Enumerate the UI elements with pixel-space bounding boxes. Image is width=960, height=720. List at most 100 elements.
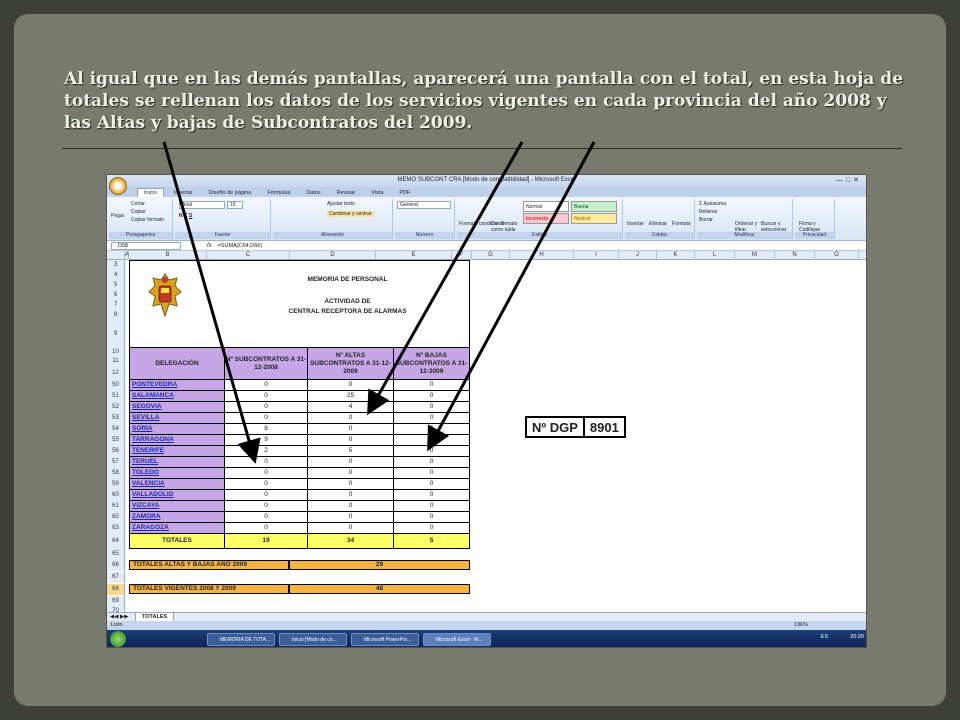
row-header[interactable]: 57: [107, 457, 125, 468]
column-header[interactable]: N: [775, 251, 815, 260]
table-cell[interactable]: 2: [225, 446, 308, 457]
table-cell[interactable]: 0: [225, 402, 308, 413]
delegacion-link[interactable]: TENERIFE: [129, 446, 225, 457]
delegacion-link[interactable]: ZAMORA: [129, 512, 225, 523]
select-all-corner[interactable]: [107, 251, 125, 260]
row-header[interactable]: 53: [107, 413, 125, 424]
table-cell[interactable]: 0: [225, 457, 308, 468]
table-cell[interactable]: 0: [308, 413, 394, 424]
table-cell[interactable]: 0: [394, 512, 470, 523]
taskbar-item[interactable]: Inicio [Modo de co...: [279, 633, 347, 646]
table-cell[interactable]: 9: [225, 435, 308, 446]
row-header[interactable]: 56: [107, 446, 125, 457]
tab-datos[interactable]: Datos: [300, 189, 326, 197]
table-cell[interactable]: 0: [308, 457, 394, 468]
row-header[interactable]: 62: [107, 512, 125, 523]
row-header[interactable]: 8: [107, 310, 125, 320]
column-header[interactable]: M: [735, 251, 775, 260]
row-header[interactable]: 65: [107, 549, 125, 560]
table-cell[interactable]: 0: [225, 380, 308, 391]
start-button-icon[interactable]: [110, 631, 126, 647]
copy-button[interactable]: Copiar: [131, 209, 146, 215]
table-cell[interactable]: 0: [394, 402, 470, 413]
autosum-button[interactable]: Σ Autosuma: [699, 201, 726, 207]
fill-button[interactable]: Rellenar: [699, 209, 718, 215]
row-header[interactable]: 9: [107, 320, 125, 348]
totals-label[interactable]: TOTALES: [129, 534, 225, 549]
table-cell[interactable]: 5: [308, 446, 394, 457]
table-cell[interactable]: 0: [308, 479, 394, 490]
merge-center-button[interactable]: Combinar y centrar: [327, 211, 374, 217]
row-header[interactable]: 6: [107, 290, 125, 300]
style-buena[interactable]: Buena: [571, 201, 617, 212]
table-cell[interactable]: 0: [308, 523, 394, 534]
office-button-icon[interactable]: [109, 177, 127, 195]
row-header[interactable]: 7: [107, 300, 125, 310]
column-header[interactable]: C: [207, 251, 290, 260]
table-cell[interactable]: 0: [308, 501, 394, 512]
row-header[interactable]: 60: [107, 490, 125, 501]
column-header[interactable]: B: [129, 251, 207, 260]
table-cell[interactable]: 25: [308, 391, 394, 402]
header-delegacion[interactable]: DELEGACIÓN: [129, 348, 225, 380]
table-cell[interactable]: 0: [225, 479, 308, 490]
table-cell[interactable]: 0: [394, 501, 470, 512]
tab-formulas[interactable]: Fórmulas: [261, 189, 296, 197]
table-cell[interactable]: 0: [308, 380, 394, 391]
row-header[interactable]: 50: [107, 380, 125, 391]
number-format-select[interactable]: General: [397, 201, 451, 209]
clear-button[interactable]: Borrar: [699, 217, 713, 223]
style-incorrecto[interactable]: Incorrecto: [523, 213, 569, 224]
table-cell[interactable]: 0: [225, 490, 308, 501]
tab-insertar[interactable]: Insertar: [168, 189, 199, 197]
row-header[interactable]: 5: [107, 280, 125, 290]
format-button[interactable]: Formato: [672, 221, 691, 227]
vigentes-value[interactable]: 48: [289, 584, 470, 594]
dgp-value[interactable]: 8901: [582, 418, 624, 436]
sheet-nav-arrows-icon[interactable]: ◀◀ ▶▶: [110, 613, 128, 621]
row-header[interactable]: 4: [107, 270, 125, 280]
table-cell[interactable]: 0: [225, 391, 308, 402]
column-header[interactable]: G: [472, 251, 510, 260]
table-cell[interactable]: 0: [394, 413, 470, 424]
insert-button[interactable]: Insertar: [627, 221, 644, 227]
row-header[interactable]: 11: [107, 356, 125, 366]
cut-button[interactable]: Cortar: [131, 201, 145, 207]
totals-bajas[interactable]: 5: [394, 534, 470, 549]
tab-vista[interactable]: Vista: [365, 189, 389, 197]
column-header[interactable]: D: [290, 251, 376, 260]
delete-button[interactable]: Eliminar: [649, 221, 667, 227]
row-header[interactable]: 52: [107, 402, 125, 413]
language-indicator[interactable]: ES: [821, 634, 828, 640]
taskbar-item[interactable]: Microsoft PowerPoi...: [351, 633, 419, 646]
name-box[interactable]: D68: [111, 241, 181, 250]
table-cell[interactable]: 0: [225, 413, 308, 424]
delegacion-link[interactable]: VALENCIA: [129, 479, 225, 490]
row-header[interactable]: 51: [107, 391, 125, 402]
table-cell[interactable]: 0: [308, 468, 394, 479]
window-controls[interactable]: —□✕: [836, 176, 862, 184]
altas-bajas-label[interactable]: TOTALES ALTAS Y BAJAS AÑO 2009: [129, 560, 289, 570]
table-cell[interactable]: 0: [308, 424, 394, 435]
font-size-select[interactable]: 10: [227, 201, 243, 209]
delegacion-link[interactable]: PONTEVEDRA: [129, 380, 225, 391]
row-header[interactable]: 10: [107, 348, 125, 356]
column-header[interactable]: L: [695, 251, 735, 260]
table-cell[interactable]: 0: [394, 523, 470, 534]
totals-subcontratos[interactable]: 19: [225, 534, 308, 549]
table-cell[interactable]: 0: [394, 457, 470, 468]
altas-bajas-value[interactable]: 29: [289, 560, 470, 570]
delegacion-link[interactable]: SEVILLA: [129, 413, 225, 424]
column-header[interactable]: F: [452, 251, 472, 260]
row-header[interactable]: 58: [107, 468, 125, 479]
taskbar-item[interactable]: MEMORIA DE TOTA...: [207, 633, 275, 646]
paste-button[interactable]: Pegar: [111, 213, 124, 219]
delegacion-link[interactable]: VIZCAYA: [129, 501, 225, 512]
delegacion-link[interactable]: ZARAGOZA: [129, 523, 225, 534]
row-header[interactable]: 12: [107, 366, 125, 380]
table-cell[interactable]: 0: [394, 446, 470, 457]
row-header[interactable]: 68: [107, 584, 125, 595]
table-cell[interactable]: 0: [225, 468, 308, 479]
zoom-level[interactable]: 136%: [794, 621, 808, 630]
column-header[interactable]: K: [657, 251, 695, 260]
